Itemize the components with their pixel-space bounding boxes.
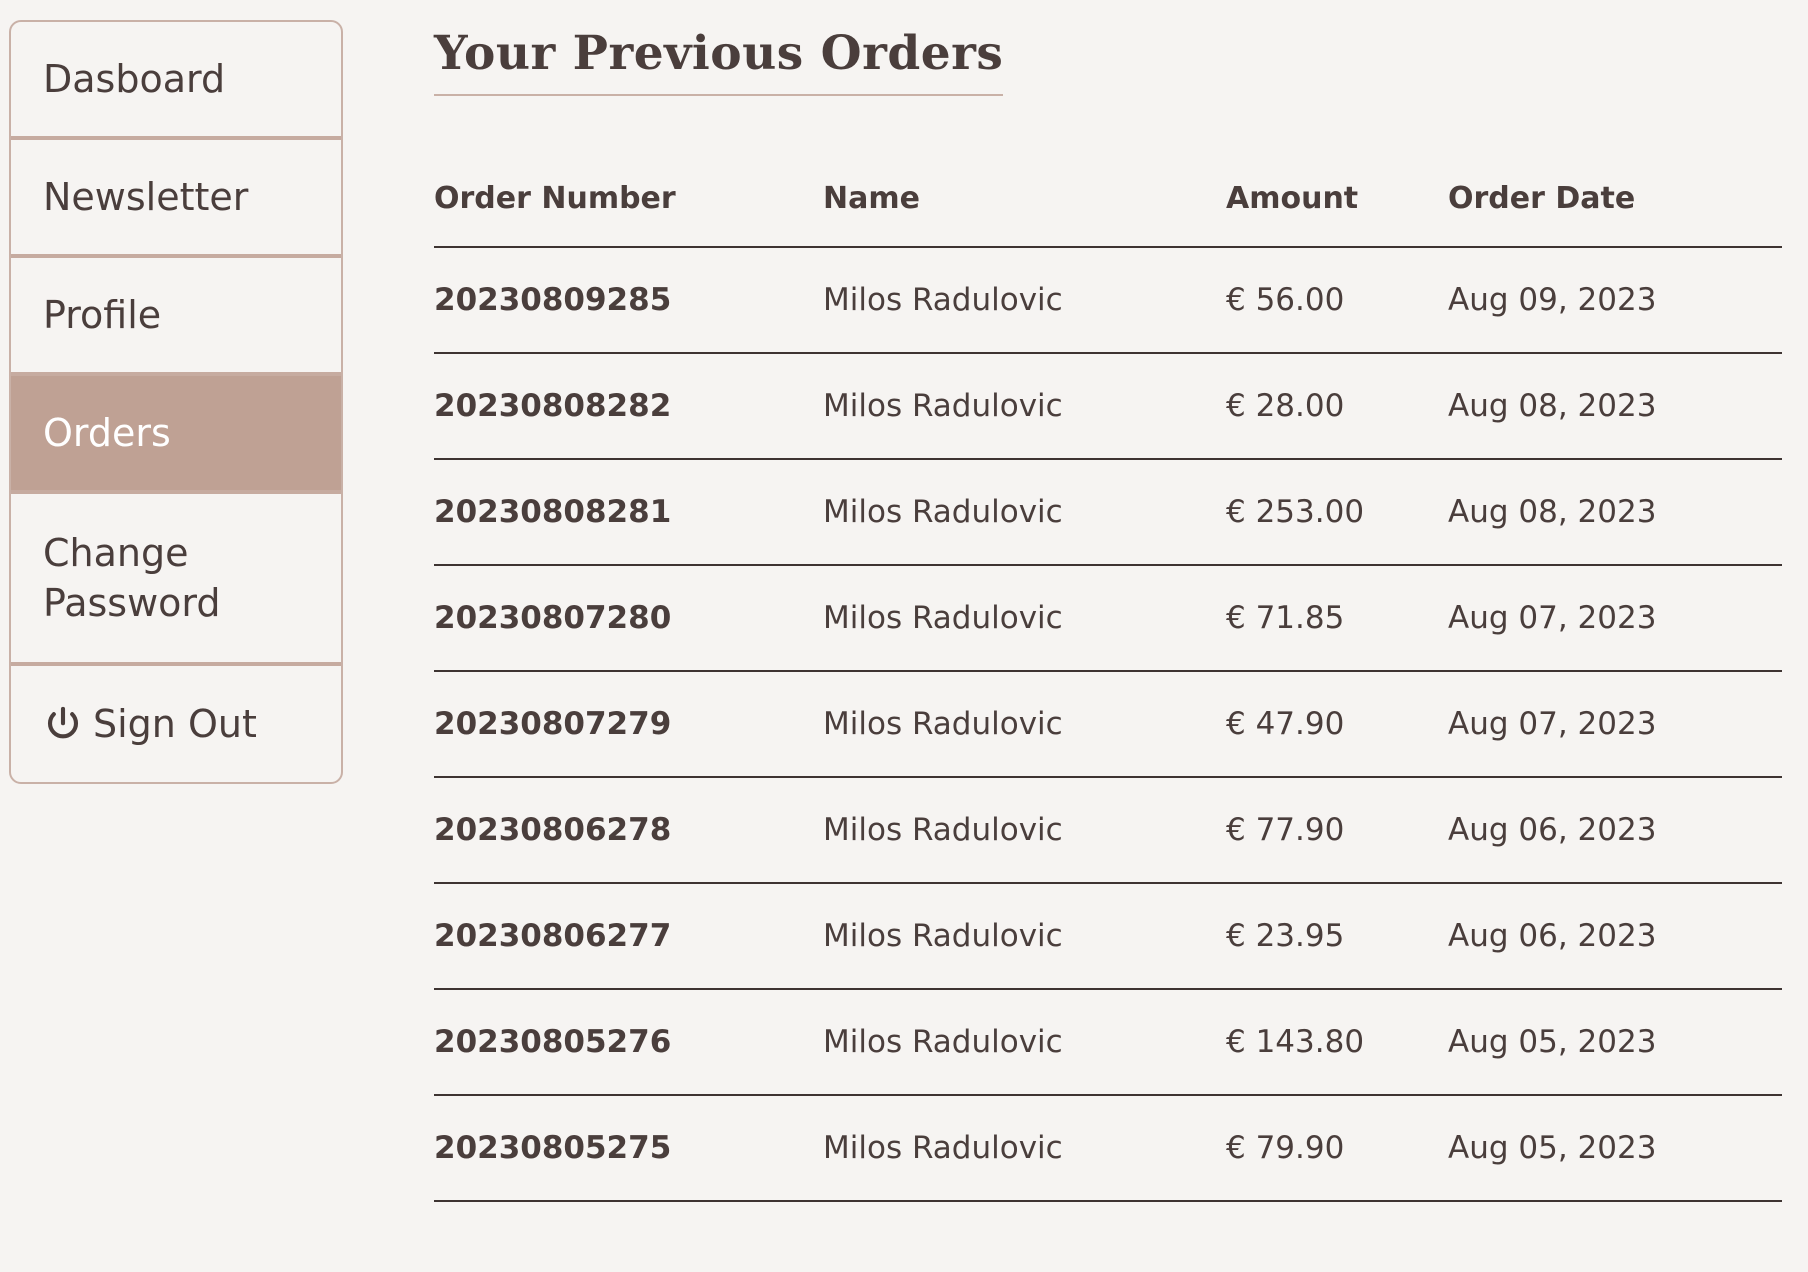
amount-cell: € 79.90 [1226,1095,1448,1202]
name-cell: Milos Radulovic [823,353,1226,460]
amount-cell: € 23.95 [1226,883,1448,990]
table-row: 20230806278 Milos Radulovic € 77.90 Aug … [434,777,1782,884]
table-row: 20230805276 Milos Radulovic € 143.80 Aug… [434,989,1782,1096]
order-number-cell: 20230807280 [434,565,823,672]
amount-cell: € 28.00 [1226,353,1448,460]
sidebar-item-change-password[interactable]: Change Password [11,494,341,666]
column-header-order-date: Order Date [1448,150,1782,248]
order-number-cell: 20230808281 [434,459,823,566]
sidebar-item-label: Dasboard [43,57,226,101]
order-date-cell: Aug 08, 2023 [1448,459,1782,566]
table-header-row: Order Number Name Amount Order Date [434,150,1782,248]
order-number-cell: 20230809285 [434,247,823,354]
table-row: 20230808282 Milos Radulovic € 28.00 Aug … [434,353,1782,460]
column-header-name: Name [823,150,1226,248]
account-sidebar: Dasboard Newsletter Profile Orders Chang… [9,20,343,784]
column-header-order-number: Order Number [434,150,823,248]
order-number-cell: 20230808282 [434,353,823,460]
amount-cell: € 253.00 [1226,459,1448,566]
order-date-cell: Aug 05, 2023 [1448,1095,1782,1202]
amount-cell: € 143.80 [1226,989,1448,1096]
table-row: 20230809285 Milos Radulovic € 56.00 Aug … [434,247,1782,354]
name-cell: Milos Radulovic [823,459,1226,566]
name-cell: Milos Radulovic [823,671,1226,778]
amount-cell: € 71.85 [1226,565,1448,672]
amount-cell: € 56.00 [1226,247,1448,354]
order-number-cell: 20230806278 [434,777,823,884]
sidebar-item-label: Newsletter [43,175,249,219]
order-date-cell: Aug 05, 2023 [1448,989,1782,1096]
power-icon [43,704,83,744]
sidebar-item-label: Profile [43,293,162,337]
order-date-cell: Aug 07, 2023 [1448,671,1782,778]
order-date-cell: Aug 08, 2023 [1448,353,1782,460]
table-row: 20230808281 Milos Radulovic € 253.00 Aug… [434,459,1782,566]
order-date-cell: Aug 09, 2023 [1448,247,1782,354]
sidebar-item-label: Sign Out [93,702,257,746]
order-date-cell: Aug 06, 2023 [1448,777,1782,884]
name-cell: Milos Radulovic [823,989,1226,1096]
page-title: Your Previous Orders [434,24,1004,96]
sign-out-button[interactable]: Sign Out [11,666,341,782]
sidebar-item-orders[interactable]: Orders [11,376,341,494]
order-number-cell: 20230805275 [434,1095,823,1202]
order-date-cell: Aug 06, 2023 [1448,883,1782,990]
order-number-cell: 20230805276 [434,989,823,1096]
table-row: 20230807279 Milos Radulovic € 47.90 Aug … [434,671,1782,778]
name-cell: Milos Radulovic [823,565,1226,672]
name-cell: Milos Radulovic [823,883,1226,990]
sidebar-item-label: Change Password [43,531,221,625]
table-row: 20230805275 Milos Radulovic € 79.90 Aug … [434,1095,1782,1202]
amount-cell: € 77.90 [1226,777,1448,884]
sidebar-item-profile[interactable]: Profile [11,258,341,376]
orders-panel: Your Previous Orders Order Number Name A… [434,0,1782,1202]
order-number-cell: 20230806277 [434,883,823,990]
table-row: 20230806277 Milos Radulovic € 23.95 Aug … [434,883,1782,990]
sidebar-item-label: Orders [43,411,171,455]
orders-table: Order Number Name Amount Order Date 2023… [434,150,1782,1202]
order-date-cell: Aug 07, 2023 [1448,565,1782,672]
column-header-amount: Amount [1226,150,1448,248]
name-cell: Milos Radulovic [823,1095,1226,1202]
sidebar-item-dashboard[interactable]: Dasboard [11,22,341,140]
order-number-cell: 20230807279 [434,671,823,778]
name-cell: Milos Radulovic [823,247,1226,354]
name-cell: Milos Radulovic [823,777,1226,884]
table-row: 20230807280 Milos Radulovic € 71.85 Aug … [434,565,1782,672]
amount-cell: € 47.90 [1226,671,1448,778]
sidebar-item-newsletter[interactable]: Newsletter [11,140,341,258]
